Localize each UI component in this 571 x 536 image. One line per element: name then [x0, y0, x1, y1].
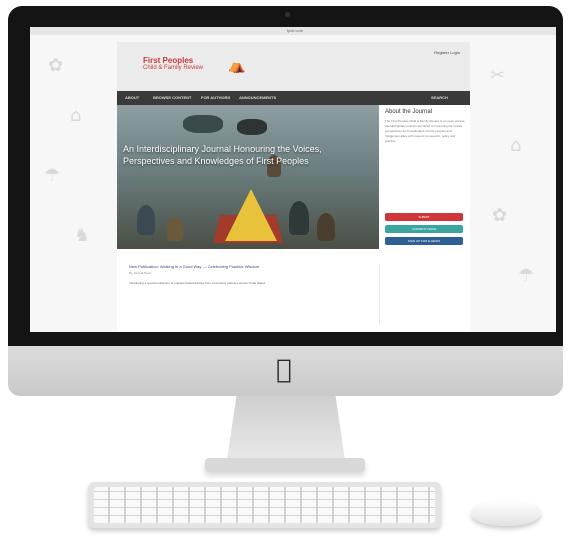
- sidebar-text: The First Peoples Child & Family Review …: [385, 119, 466, 143]
- hero-mask: [183, 115, 223, 133]
- header-links[interactable]: Register Login: [434, 50, 460, 55]
- hero-fire: [225, 189, 277, 241]
- nav-about[interactable]: ABOUT: [125, 95, 139, 100]
- url-bar[interactable]: fpcfr.com: [250, 28, 340, 33]
- enews-button[interactable]: SIGN UP FOR E-NEWS: [385, 237, 463, 245]
- nav-search[interactable]: SEARCH: [431, 95, 448, 100]
- nav-announcements[interactable]: ANNOUNCEMENTS: [239, 95, 276, 100]
- keyboard: [88, 482, 441, 528]
- hero-figure: [289, 201, 309, 235]
- monitor-base: [205, 458, 365, 472]
- nav-authors[interactable]: FOR AUTHORS: [201, 95, 230, 100]
- main-nav: ABOUT BROWSE CONTENT FOR AUTHORS ANNOUNC…: [117, 91, 470, 105]
- camera: [285, 12, 290, 17]
- logo-subtitle: Child & Family Review: [143, 65, 204, 71]
- background-pattern-icon: ✿: [48, 55, 64, 76]
- background-pattern-icon: ☂: [518, 265, 535, 286]
- article-preview: New Publication: Walking in a Good Way —…: [129, 264, 369, 286]
- hero-figure: [167, 217, 183, 241]
- background-pattern-icon: ⌂: [510, 135, 522, 156]
- hero-figure: [317, 213, 335, 241]
- nav-browse[interactable]: BROWSE CONTENT: [153, 95, 191, 100]
- logo-title[interactable]: First Peoples: [143, 56, 193, 65]
- site-header: First Peoples Child & Family Review ⛺ Re…: [117, 42, 470, 91]
- hero-figure: [137, 205, 155, 235]
- background-pattern-icon: ✂: [490, 65, 506, 86]
- background-pattern-icon: ✿: [492, 205, 508, 226]
- keyboard-rows: [94, 487, 435, 523]
- article-meta: By Journal Team: [129, 271, 152, 275]
- website: First Peoples Child & Family Review ⛺ Re…: [117, 42, 470, 332]
- monitor-screen: fpcfr.com ✿ ⌂ ☂ ♞ ✂ ⌂ ✿ ☂ First Peoples …: [30, 27, 556, 332]
- submit-button[interactable]: SUBMIT: [385, 213, 463, 221]
- logo-icon: ⛺: [228, 57, 246, 73]
- background-pattern-icon: ♞: [74, 225, 91, 246]
- hero-title: An Interdisciplinary Journal Honouring t…: [123, 144, 322, 166]
- sidebar: About the Journal The First Peoples Chil…: [385, 105, 467, 245]
- article-text: Introducing a special collection of prac…: [129, 281, 266, 285]
- background-pattern-icon: ⌂: [70, 105, 82, 126]
- hero-image: An Interdisciplinary Journal Honouring t…: [117, 105, 379, 249]
- article-title[interactable]: New Publication: Walking in a Good Way —…: [129, 264, 369, 269]
- apple-logo-icon: : [276, 355, 292, 385]
- mouse: [471, 500, 541, 526]
- scene: fpcfr.com ✿ ⌂ ☂ ♞ ✂ ⌂ ✿ ☂ First Peoples …: [0, 0, 571, 536]
- hero-mask: [237, 119, 267, 135]
- sidebar-title: About the Journal: [385, 109, 433, 115]
- background-pattern-icon: ☂: [44, 165, 61, 186]
- divider: [379, 264, 380, 324]
- monitor-stand: [227, 396, 345, 460]
- current-issue-button[interactable]: CURRENT ISSUE: [385, 225, 463, 233]
